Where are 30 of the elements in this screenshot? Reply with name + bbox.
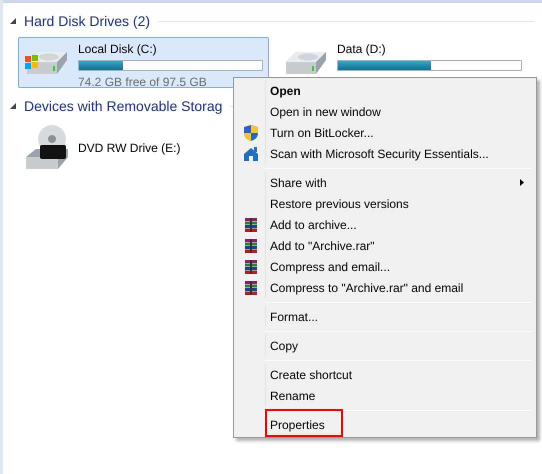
menu-item[interactable]: Format...	[236, 306, 534, 327]
book-stack-icon	[244, 238, 258, 254]
drive-tile[interactable]: DVD RW Drive (E:)	[18, 122, 192, 173]
menu-item[interactable]: Add to "Archive.rar"	[236, 235, 534, 256]
drive-name: DVD RW Drive (E:)	[78, 140, 180, 156]
free-space-text: 74.2 GB free of 97.5 GB	[78, 74, 208, 91]
menu-item[interactable]: Properties	[236, 414, 534, 435]
shield-icon	[242, 124, 258, 142]
group-header: Devices with Removable Storag	[24, 96, 222, 116]
house-icon	[242, 146, 258, 162]
book-stack-icon	[244, 216, 258, 232]
menu-item[interactable]: Rename	[236, 385, 534, 406]
menu-item[interactable]: Add to archive...	[236, 214, 534, 235]
collapse-toggle-icon[interactable]	[10, 18, 16, 24]
menu-item[interactable]: Open in new window	[236, 101, 534, 122]
book-stack-icon	[244, 258, 258, 274]
menu-item[interactable]: Share with	[236, 172, 534, 193]
collapse-toggle-icon[interactable]	[10, 103, 16, 109]
menu-item[interactable]: Scan with Microsoft Security Essentials...	[236, 143, 534, 164]
menu-item[interactable]: Compress to "Archive.rar" and email	[236, 277, 534, 298]
drive-name: Data (D:)	[337, 41, 387, 58]
group-header: Hard Disk Drives (2)	[24, 12, 150, 31]
menu-item[interactable]: Copy	[236, 335, 534, 356]
menu-item[interactable]: Create shortcut	[236, 364, 534, 385]
drive-tile[interactable]: Local Disk (C:) 74.2 GB free of 97.5 GB	[18, 37, 269, 88]
menu-item[interactable]: Compress and email...	[236, 256, 534, 277]
drive-name: Local Disk (C:)	[78, 41, 158, 58]
menu-item[interactable]: Turn on BitLocker...	[236, 122, 534, 143]
book-stack-icon	[244, 280, 258, 296]
menu-item[interactable]: Restore previous versions	[236, 193, 534, 214]
